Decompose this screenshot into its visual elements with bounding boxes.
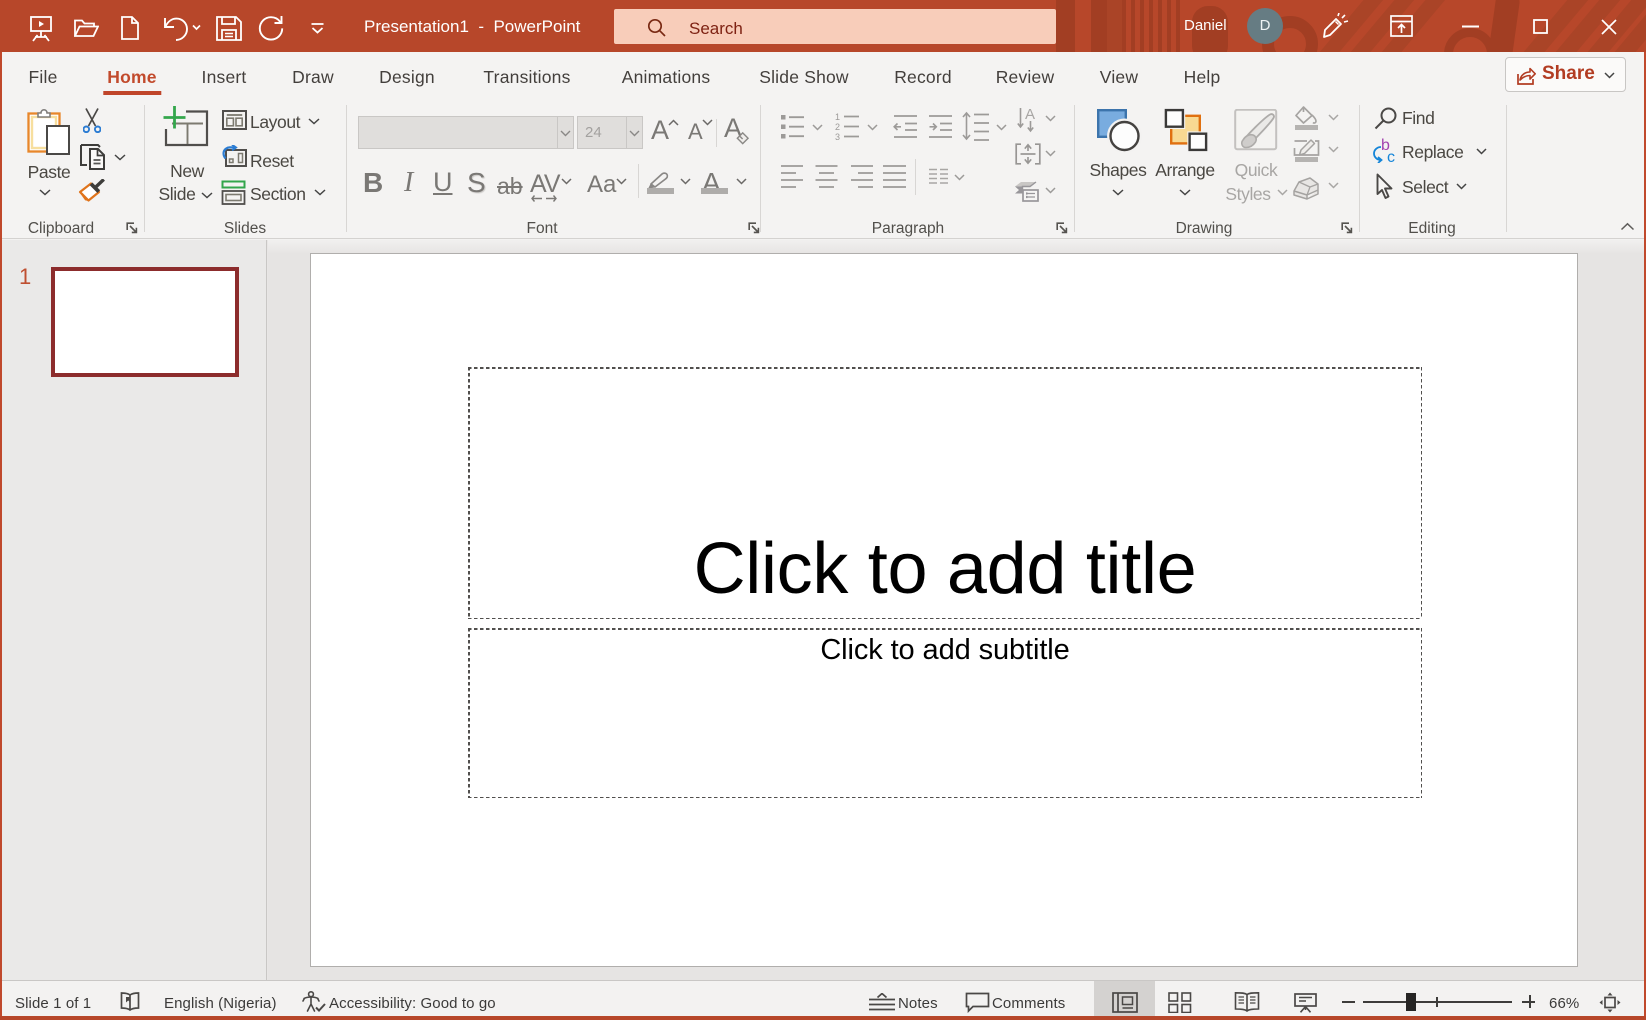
svg-text:c: c: [1387, 149, 1395, 163]
svg-text:A: A: [1025, 107, 1035, 123]
svg-text:3: 3: [835, 132, 840, 140]
svg-text:2: 2: [835, 122, 840, 132]
svg-text:1: 1: [835, 112, 840, 122]
